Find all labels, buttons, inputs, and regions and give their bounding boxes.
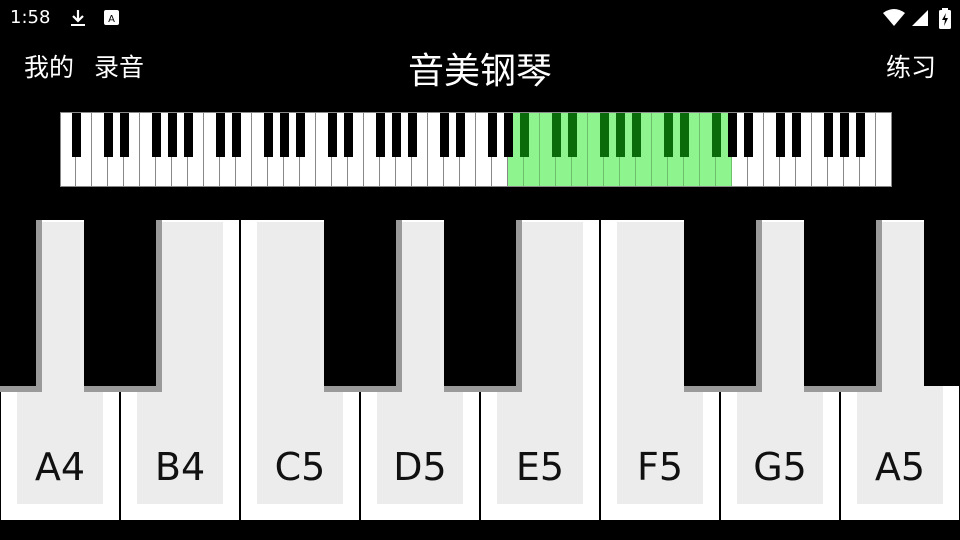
overview-black-key [343, 112, 353, 157]
key-label: F5 [636, 445, 684, 489]
key-label: A4 [34, 445, 86, 489]
accessibility-icon: A [104, 10, 119, 25]
overview-black-key [823, 112, 833, 157]
status-time: 1:58 [10, 7, 51, 28]
black-key-a-sharp-4[interactable] [84, 220, 162, 392]
overview-black-key [679, 112, 689, 157]
key-label: A5 [874, 445, 926, 489]
key-shadow [684, 386, 762, 392]
overview-black-key [487, 112, 497, 157]
overview-white-key [876, 112, 892, 187]
overview-black-key [855, 112, 865, 157]
overview-black-key [375, 112, 385, 157]
overview-black-key [183, 112, 193, 157]
overview-black-key [711, 112, 721, 157]
overview-black-key [567, 112, 577, 157]
key-shadow [804, 386, 882, 392]
overview-black-key [503, 112, 513, 157]
overview-black-key [599, 112, 609, 157]
overview-black-key [551, 112, 561, 157]
overview-black-key [839, 112, 849, 157]
key-shadow [516, 220, 522, 392]
key-shadow [756, 220, 762, 392]
overview-black-key [279, 112, 289, 157]
key-label: C5 [274, 445, 326, 489]
overview-black-key [103, 112, 113, 157]
app-bar: 我的 录音 音美钢琴 练习 [0, 36, 960, 92]
keyboard-overview[interactable] [60, 112, 892, 187]
key-label: E5 [515, 445, 565, 489]
wifi-icon [883, 9, 905, 26]
overview-black-key [775, 112, 785, 157]
piano-keyboard: A4 B4 C5 D5 E5 F5 G5 A5 [0, 220, 960, 520]
battery-icon [939, 8, 951, 29]
overview-black-key [663, 112, 673, 157]
black-key-g-sharp-5[interactable] [804, 220, 882, 392]
overview-black-key [455, 112, 465, 157]
overview-black-key [167, 112, 177, 157]
overview-black-key [119, 112, 129, 157]
bottom-strip [0, 520, 960, 540]
overview-black-key [391, 112, 401, 157]
key-shadow [324, 386, 402, 392]
overview-black-key [631, 112, 641, 157]
status-bar: 1:58 A [0, 0, 960, 36]
key-shadow [36, 220, 42, 392]
overview-black-key [151, 112, 161, 157]
overview-black-key [231, 112, 241, 157]
key-label: B4 [154, 445, 206, 489]
key-shadow [84, 386, 162, 392]
overview-black-key [407, 112, 417, 157]
app-title: 音美钢琴 [407, 51, 552, 92]
overview-black-key [519, 112, 529, 157]
overview-black-key [743, 112, 753, 157]
download-icon [71, 10, 85, 26]
key-shadow [876, 220, 882, 392]
signal-icon [912, 10, 928, 26]
black-key-f-sharp-5[interactable] [684, 220, 762, 392]
overview-black-key [71, 112, 81, 157]
overview-black-key [327, 112, 337, 157]
key-shadow [396, 220, 402, 392]
overview-black-key [215, 112, 225, 157]
overview-black-key [727, 112, 737, 157]
overview-black-key [439, 112, 449, 157]
overview-black-key [791, 112, 801, 157]
black-key-g-sharp-4[interactable] [0, 220, 42, 392]
key-shadow [0, 386, 42, 392]
svg-text:A: A [108, 14, 115, 25]
key-label: G5 [753, 445, 807, 489]
key-shadow [156, 220, 162, 392]
black-key-a-sharp-5[interactable] [924, 220, 960, 386]
black-key-c-sharp-5[interactable] [324, 220, 402, 392]
key-label: D5 [393, 445, 447, 489]
overview-black-key [263, 112, 273, 157]
black-key-d-sharp-5[interactable] [444, 220, 522, 392]
nav-practice-button[interactable]: 练习 [886, 48, 936, 84]
key-shadow [444, 386, 522, 392]
overview-black-key [615, 112, 625, 157]
overview-black-key [295, 112, 305, 157]
